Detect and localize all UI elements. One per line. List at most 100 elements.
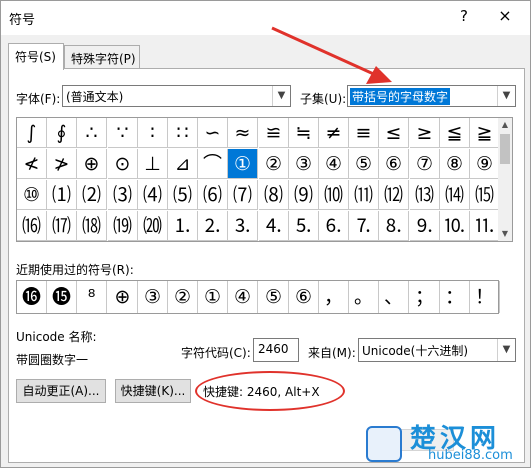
recent-symbol-cell[interactable]: ！ (470, 281, 500, 313)
unicode-name-value: 带圆圈数字一 (16, 353, 89, 367)
tab-symbols[interactable]: 符号(S) (8, 43, 64, 70)
recent-symbol-cell[interactable]: ⑤ (259, 281, 289, 313)
recent-symbol-cell[interactable]: ② (168, 281, 198, 313)
recent-symbol-cell[interactable]: ⁸ (77, 281, 107, 313)
symbol-cell[interactable]: ⑶ (108, 180, 138, 210)
symbol-cell[interactable]: ⌒ (198, 149, 228, 179)
symbol-cell[interactable]: ⒊ (228, 211, 258, 241)
symbol-cell[interactable]: ⒒ (470, 211, 498, 241)
symbol-cell[interactable]: ⊿ (168, 149, 198, 179)
symbol-cell[interactable]: ⑧ (440, 149, 470, 179)
symbol-cell[interactable]: ⒄ (47, 211, 77, 241)
symbol-cell[interactable]: ≦ (440, 118, 470, 148)
symbol-cell[interactable]: ∵ (108, 118, 138, 148)
symbol-cell[interactable]: ⒈ (168, 211, 198, 241)
symbol-cell[interactable]: ⒃ (17, 211, 47, 241)
chevron-down-icon[interactable]: ▼ (497, 339, 515, 361)
symbol-cell[interactable]: ⑾ (349, 180, 379, 210)
recent-symbol-cell[interactable]: ， (319, 281, 349, 313)
scroll-down-icon[interactable]: ▼ (498, 227, 512, 241)
symbol-cell[interactable]: ∮ (47, 118, 77, 148)
symbol-cell[interactable]: ① (228, 149, 258, 179)
recent-symbol-cell[interactable]: ⓰ (17, 281, 47, 313)
symbol-cell[interactable]: ⑩ (17, 180, 47, 210)
symbol-cell[interactable]: ≡ (349, 118, 379, 148)
symbol-cell[interactable]: ⑸ (168, 180, 198, 210)
font-select[interactable]: (普通文本) ▼ (62, 85, 291, 107)
symbol-cell[interactable]: ⊙ (108, 149, 138, 179)
symbol-cell[interactable]: ⑹ (198, 180, 228, 210)
symbol-cell[interactable]: ⒁ (440, 180, 470, 210)
symbol-cell[interactable]: ≥ (410, 118, 440, 148)
symbol-cell[interactable]: ⒎ (349, 211, 379, 241)
symbol-cell[interactable]: ≠ (319, 118, 349, 148)
symbol-cell[interactable]: ⒀ (410, 180, 440, 210)
from-label: 来自(M): (308, 346, 356, 360)
symbol-cell[interactable]: ⒍ (319, 211, 349, 241)
symbol-cell[interactable]: ⑼ (289, 180, 319, 210)
chevron-down-icon[interactable]: ▼ (497, 86, 515, 106)
symbol-cell[interactable]: ⒅ (77, 211, 107, 241)
symbol-cell[interactable]: ∴ (77, 118, 107, 148)
symbol-cell[interactable]: ⊥ (138, 149, 168, 179)
symbol-cell[interactable]: ⒏ (379, 211, 409, 241)
symbol-cell[interactable]: ≒ (289, 118, 319, 148)
recent-symbol-cell[interactable]: ① (198, 281, 228, 313)
symbol-cell[interactable]: ④ (319, 149, 349, 179)
recent-symbol-cell[interactable]: ⑥ (289, 281, 319, 313)
symbol-cell[interactable]: ≌ (259, 118, 289, 148)
autocorrect-button[interactable]: 自动更正(A)... (16, 379, 106, 403)
recent-symbol-cell[interactable]: ： (440, 281, 470, 313)
symbol-cell[interactable]: ⑤ (349, 149, 379, 179)
symbol-cell[interactable]: ⑨ (470, 149, 498, 179)
symbol-cell[interactable]: ⑽ (319, 180, 349, 210)
symbol-cell[interactable]: ⑵ (77, 180, 107, 210)
symbol-cell[interactable]: ≤ (379, 118, 409, 148)
recent-symbol-cell[interactable]: 、 (379, 281, 409, 313)
symbol-cell[interactable]: ≧ (470, 118, 498, 148)
symbol-cell[interactable]: ⒆ (108, 211, 138, 241)
symbol-cell[interactable]: ⒉ (198, 211, 228, 241)
symbol-cell[interactable]: ≮ (17, 149, 47, 179)
font-label: 字体(F): (16, 92, 61, 106)
recent-symbol-cell[interactable]: ③ (138, 281, 168, 313)
help-button[interactable]: ? (457, 7, 471, 25)
shortcut-key-button[interactable]: 快捷键(K)... (115, 379, 191, 403)
symbol-cell[interactable]: ≈ (228, 118, 258, 148)
char-code-input[interactable]: 2460 (253, 338, 299, 362)
symbol-cell[interactable]: ∫ (17, 118, 47, 148)
recent-symbol-cell[interactable]: ； (410, 281, 440, 313)
from-select[interactable]: Unicode(十六进制) ▼ (358, 338, 516, 362)
symbol-cell[interactable]: ⑥ (379, 149, 409, 179)
subset-select[interactable]: 带括号的字母数字 ▼ (347, 85, 516, 107)
symbol-cell[interactable]: ⑻ (259, 180, 289, 210)
symbol-cell[interactable]: ⒌ (289, 211, 319, 241)
tab-special-characters[interactable]: 特殊字符(P) (64, 45, 140, 69)
symbol-cell[interactable]: ⒂ (470, 180, 498, 210)
symbol-cell[interactable]: ⒐ (410, 211, 440, 241)
symbol-cell[interactable]: ∽ (198, 118, 228, 148)
close-button[interactable]: × (497, 6, 513, 25)
symbol-cell[interactable]: ⑺ (228, 180, 258, 210)
recent-symbol-cell[interactable]: 。 (349, 281, 379, 313)
symbol-grid-scrollbar[interactable]: ▲ ▼ (498, 117, 513, 242)
recent-symbol-cell[interactable]: ⊕ (108, 281, 138, 313)
symbol-cell[interactable]: ∷ (168, 118, 198, 148)
symbol-cell[interactable]: ≯ (47, 149, 77, 179)
symbol-cell[interactable]: ⊕ (77, 149, 107, 179)
scroll-up-icon[interactable]: ▲ (498, 118, 512, 132)
symbol-cell[interactable]: ⑦ (410, 149, 440, 179)
recent-symbol-cell[interactable]: ⓯ (47, 281, 77, 313)
scroll-thumb[interactable] (500, 134, 510, 164)
symbol-cell[interactable]: ③ (289, 149, 319, 179)
symbol-cell[interactable]: ∶ (138, 118, 168, 148)
recent-symbol-cell[interactable]: ④ (228, 281, 258, 313)
symbol-cell[interactable]: ⑴ (47, 180, 77, 210)
symbol-cell[interactable]: ⒇ (138, 211, 168, 241)
symbol-cell[interactable]: ⑿ (379, 180, 409, 210)
symbol-cell[interactable]: ⑷ (138, 180, 168, 210)
symbol-cell[interactable]: ⒋ (259, 211, 289, 241)
symbol-cell[interactable]: ② (259, 149, 289, 179)
chevron-down-icon[interactable]: ▼ (272, 86, 290, 106)
symbol-cell[interactable]: ⒑ (440, 211, 470, 241)
